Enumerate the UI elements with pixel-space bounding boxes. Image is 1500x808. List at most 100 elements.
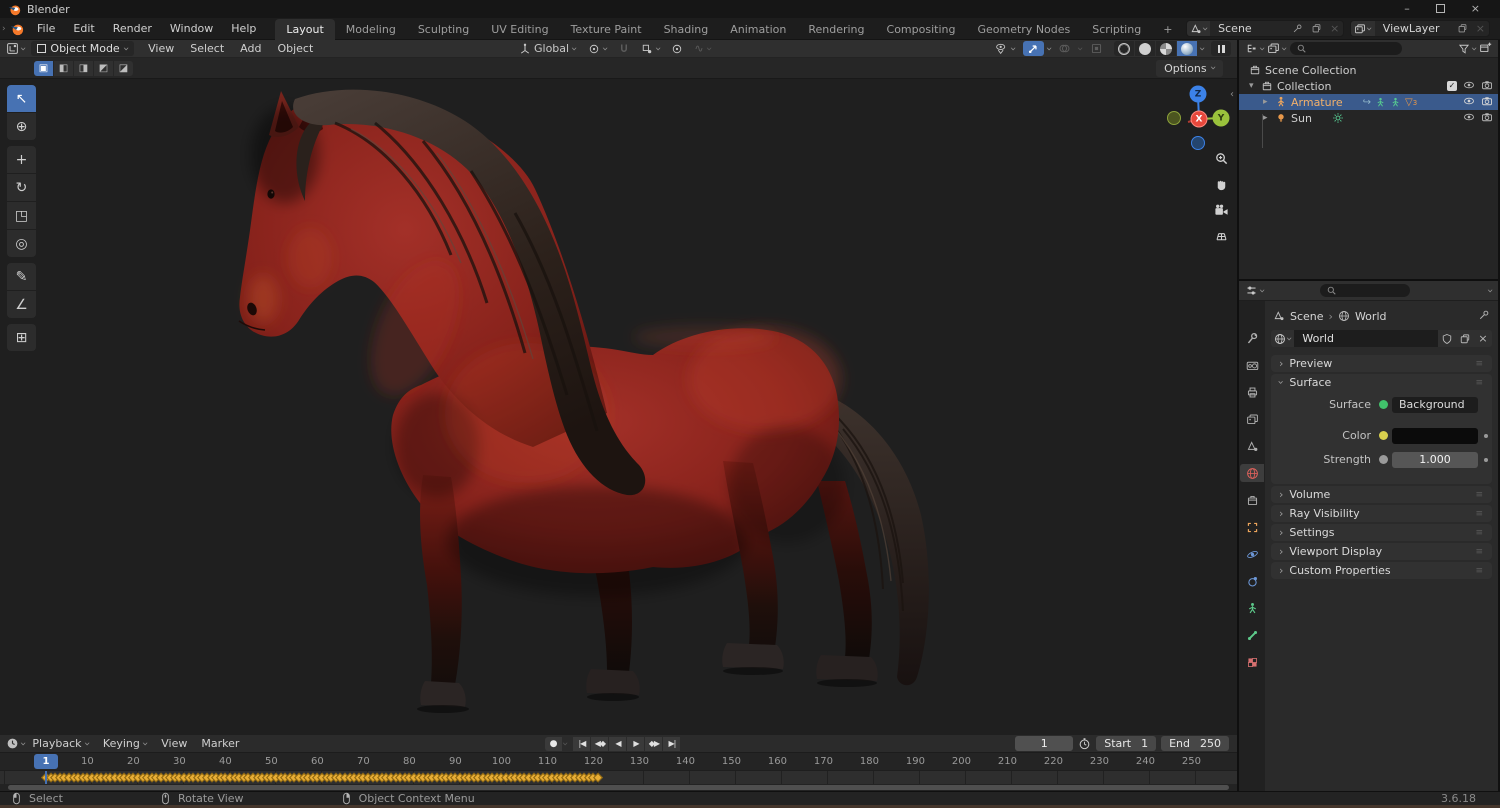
properties-options-dropdown[interactable]: › — [1484, 288, 1497, 292]
outliner-row-collection[interactable]: ▾ Collection ✓ — [1239, 78, 1498, 94]
camera-view-icon[interactable] — [1212, 201, 1230, 219]
select-mode-subtract[interactable]: ◨ — [74, 60, 93, 76]
overlays-dropdown[interactable]: › — [1074, 46, 1087, 50]
timeline-keyframe-track[interactable] — [0, 771, 1237, 784]
editor-type-selector[interactable]: › — [6, 42, 30, 55]
workspace-tab-animation[interactable]: Animation — [719, 19, 797, 40]
scene-selector[interactable]: › Scene × — [1185, 20, 1345, 37]
timeline-scrollbar[interactable] — [0, 784, 1237, 791]
gizmo-y-neg-axis[interactable] — [1167, 111, 1181, 125]
next-keyframe-button[interactable]: ◆▶ — [645, 736, 663, 751]
menu-edit[interactable]: Edit — [64, 18, 103, 39]
fake-user-shield-button[interactable] — [1438, 330, 1456, 347]
current-frame-field[interactable]: 1 — [1015, 736, 1074, 751]
playhead-line[interactable] — [45, 771, 47, 784]
pause-render-button[interactable] — [1211, 41, 1231, 56]
panel-ray-visibility[interactable]: › Ray Visibility ≡ — [1271, 505, 1492, 522]
menu-help[interactable]: Help — [222, 18, 265, 39]
maximize-button[interactable] — [1435, 4, 1445, 13]
workspace-tab-layout[interactable]: Layout — [275, 18, 335, 40]
zoom-tool-icon[interactable] — [1212, 149, 1230, 167]
proportional-falloff-selector[interactable]: ∿ › — [690, 41, 715, 56]
tool-transform[interactable]: ◎ — [7, 230, 36, 257]
viewlayer-selector[interactable]: › ViewLayer × — [1350, 20, 1490, 37]
jump-to-start-button[interactable]: |◀ — [573, 736, 591, 751]
collection-hide-eye-icon[interactable] — [1463, 79, 1475, 94]
world-name-field[interactable]: World — [1294, 330, 1438, 347]
timeline-menu-playback[interactable]: Playback › — [25, 737, 96, 750]
panel-settings[interactable]: › Settings ≡ — [1271, 524, 1492, 541]
panel-viewport-display[interactable]: › Viewport Display ≡ — [1271, 543, 1492, 560]
viewport-menu-object[interactable]: Object — [269, 42, 321, 55]
sidebar-collapse-arrow[interactable]: ‹ — [1230, 89, 1234, 100]
panel-preview[interactable]: › Preview ≡ — [1271, 355, 1492, 372]
viewport-menu-select[interactable]: Select — [182, 42, 232, 55]
gizmos-dropdown[interactable]: › — [1043, 46, 1056, 50]
tool-annotate[interactable]: ✎ — [7, 263, 36, 290]
jump-to-end-button[interactable]: ▶| — [663, 736, 681, 751]
tool-cursor[interactable]: ⊕ — [7, 113, 36, 140]
shading-material-button[interactable] — [1155, 41, 1176, 56]
play-button[interactable]: ▶ — [627, 736, 645, 751]
panel-drag-dots[interactable]: ≡ — [1475, 509, 1484, 519]
gizmo-z-neg-axis[interactable] — [1191, 136, 1205, 150]
keyframe-diamond[interactable] — [593, 772, 603, 782]
workspace-tab-modeling[interactable]: Modeling — [335, 19, 407, 40]
select-mode-invert[interactable]: ◩ — [94, 60, 113, 76]
properties-tab-bone[interactable] — [1240, 626, 1264, 644]
pin-id-icon[interactable] — [1478, 309, 1490, 324]
properties-tab-constraints[interactable] — [1240, 572, 1264, 590]
snap-target-selector[interactable]: › — [637, 42, 665, 56]
panel-drag-dots[interactable]: ≡ — [1475, 490, 1484, 500]
minimize-button[interactable]: – — [1404, 0, 1410, 18]
properties-tab-data[interactable] — [1240, 599, 1264, 617]
animate-decorator[interactable] — [1484, 457, 1488, 462]
viewlayer-browse-icon[interactable]: › — [1351, 21, 1377, 36]
tool-add-cube[interactable]: ⊞ — [7, 324, 36, 351]
color-swatch-field[interactable] — [1392, 427, 1478, 444]
properties-tab-object[interactable] — [1240, 518, 1264, 536]
close-button[interactable]: × — [1471, 0, 1480, 18]
strength-slider[interactable]: 1.000 — [1392, 451, 1478, 468]
timeline-editor-type[interactable]: › — [6, 737, 30, 750]
tool-rotate[interactable]: ↻ — [7, 174, 36, 201]
panel-drag-dots[interactable]: ≡ — [1475, 359, 1484, 369]
pan-hand-icon[interactable] — [1212, 175, 1230, 193]
workspace-tab-uv-editing[interactable]: UV Editing — [480, 19, 559, 40]
navigation-gizmo[interactable]: Z Y X — [1166, 84, 1232, 150]
gizmo-y-axis[interactable]: Y — [1212, 109, 1230, 127]
timeline-menu-view[interactable]: View — [154, 737, 194, 750]
proportional-edit-toggle[interactable] — [667, 42, 687, 56]
mode-selector[interactable]: Object Mode › — [31, 41, 135, 56]
collection-disclosure[interactable]: ▾ — [1249, 81, 1257, 91]
timeline-menu-marker[interactable]: Marker — [194, 737, 246, 750]
outliner-row-sun[interactable]: ▸ Sun — [1239, 110, 1498, 126]
gizmo-z-axis[interactable]: Z — [1189, 85, 1207, 103]
timeline-menu-keying[interactable]: Keying › — [96, 737, 154, 750]
properties-tab-collection[interactable] — [1240, 491, 1264, 509]
shading-dropdown[interactable]: › — [1196, 46, 1209, 50]
panel-drag-dots[interactable]: ≡ — [1475, 547, 1484, 557]
remove-viewlayer-icon[interactable]: × — [1472, 22, 1489, 35]
properties-editor-type[interactable]: › — [1245, 284, 1269, 297]
scene-browse-icon[interactable]: › — [1186, 21, 1212, 36]
menu-window[interactable]: Window — [161, 18, 222, 39]
properties-tab-render[interactable] — [1240, 356, 1264, 374]
tool-move[interactable]: + — [7, 146, 36, 173]
menu-render[interactable]: Render — [104, 18, 161, 39]
tool-measure[interactable]: ∠ — [7, 291, 36, 318]
unlink-scene-icon[interactable]: × — [1326, 22, 1343, 35]
timeline-region-expand-arrow[interactable]: › — [2, 24, 6, 34]
workspace-tab-sculpting[interactable]: Sculpting — [407, 19, 480, 40]
outliner-search-input[interactable] — [1289, 42, 1402, 55]
end-frame-field[interactable]: End 250 — [1161, 736, 1229, 751]
shading-wireframe-button[interactable] — [1113, 41, 1134, 56]
outliner-row-scene-collection[interactable]: Scene Collection — [1239, 62, 1498, 78]
viewlayer-name[interactable]: ViewLayer — [1375, 22, 1453, 35]
tool-select-box[interactable]: ↖ — [7, 85, 36, 112]
shading-solid-button[interactable] — [1134, 41, 1155, 56]
pivot-point-selector[interactable]: › — [584, 42, 612, 56]
workspace-tab-geometry-nodes[interactable]: Geometry Nodes — [966, 19, 1081, 40]
collection-render-camera-icon[interactable] — [1481, 79, 1493, 94]
armature-render-camera-icon[interactable] — [1481, 95, 1493, 110]
